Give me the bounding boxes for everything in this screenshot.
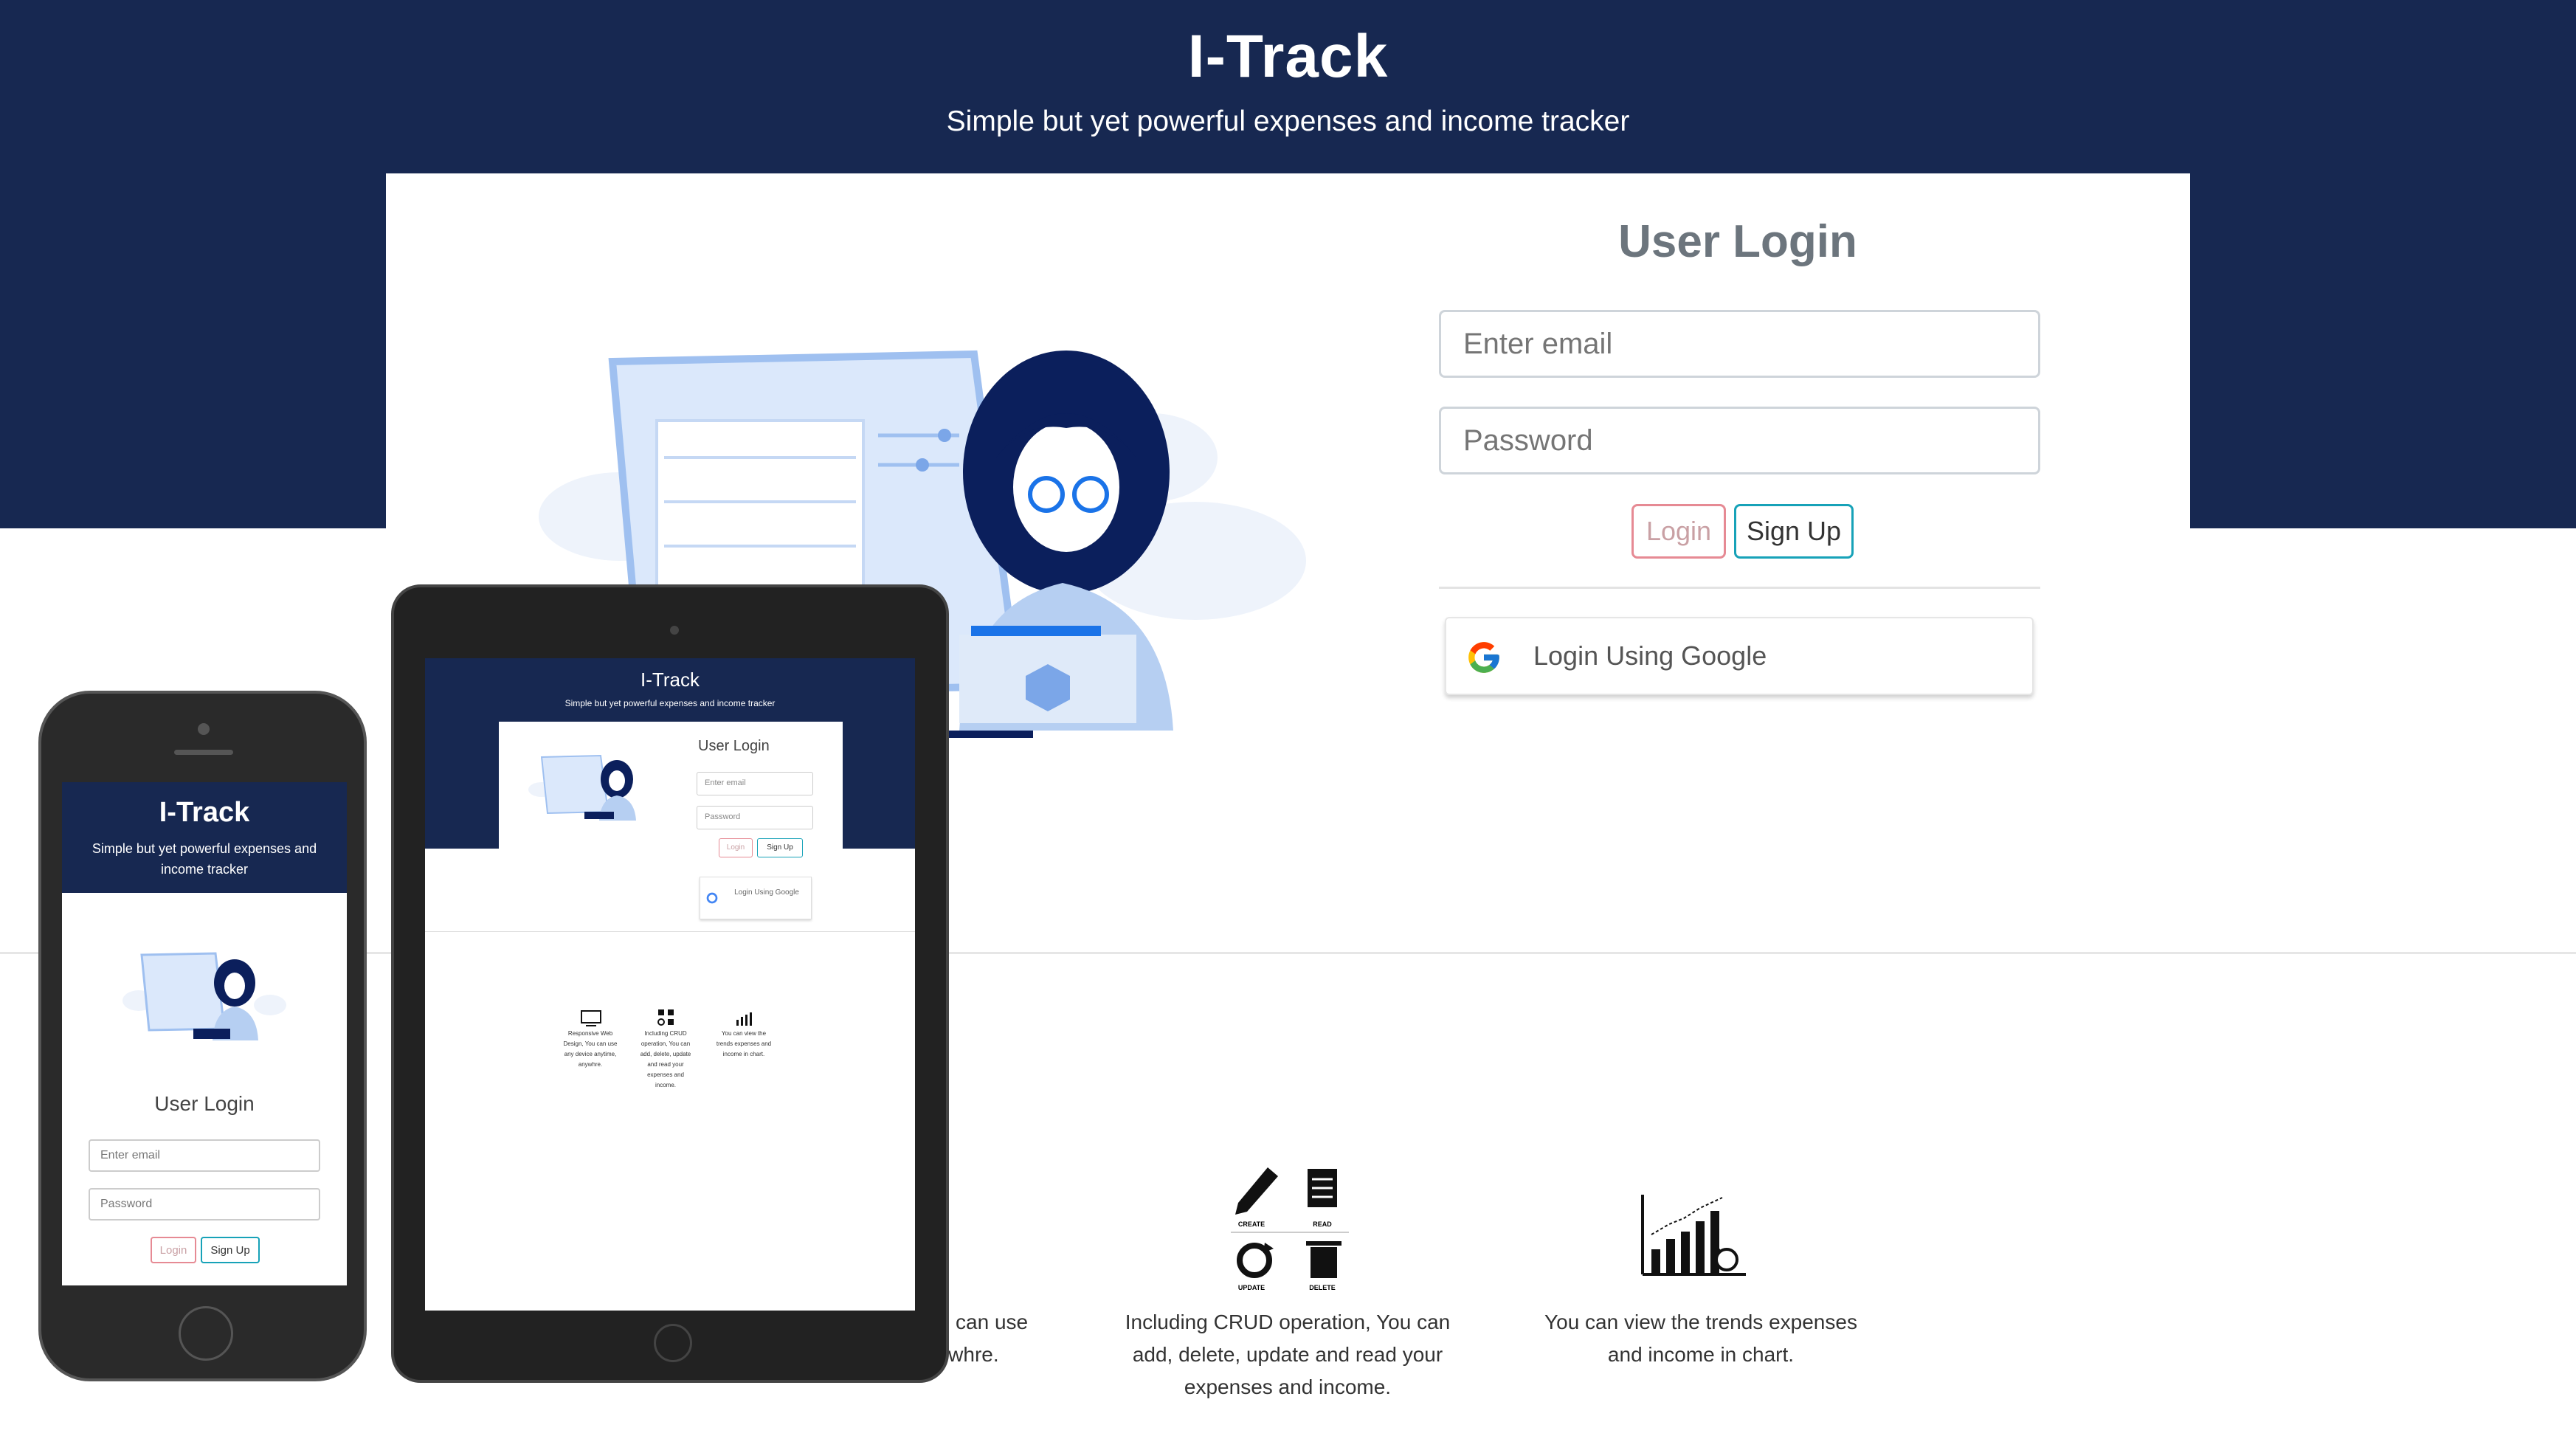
phone-camera	[198, 723, 210, 735]
tablet-password-field: Password	[697, 806, 813, 829]
password-input[interactable]	[1439, 407, 2040, 474]
chart-icon	[1641, 1195, 1746, 1276]
phone-email-field: Enter email	[89, 1139, 320, 1172]
crud-delete-label: DELETE	[1309, 1284, 1336, 1291]
phone-hero-illustration	[122, 952, 286, 1040]
crud-icon: CREATE READ UPDATE DELETE	[1231, 1167, 1349, 1291]
tablet-crud-icon	[657, 1009, 674, 1026]
app-subtitle: Simple but yet powerful expenses and inc…	[946, 106, 1630, 137]
form-divider	[1439, 587, 2040, 589]
phone-home-button	[179, 1306, 233, 1361]
google-icon	[1468, 642, 1499, 673]
phone-login-title: User Login	[154, 1092, 255, 1115]
tablet-camera	[670, 626, 679, 635]
phone-app-subtitle: Simple but yet powerful expenses and inc…	[91, 841, 317, 877]
tablet-home-button	[654, 1324, 692, 1362]
phone-speaker	[174, 750, 233, 755]
feature-chart-text: You can view the trends expenses and inc…	[1544, 1311, 1857, 1366]
tablet-google-button: Login Using Google	[700, 877, 812, 919]
login-button[interactable]: Login	[1631, 504, 1726, 559]
tablet-mockup: I-Track Simple but yet powerful expenses…	[391, 584, 949, 1383]
crud-create-label: CREATE	[1238, 1221, 1265, 1228]
login-title: User Login	[1618, 216, 1857, 267]
phone-password-field: Password	[89, 1188, 320, 1221]
phone-mockup: I-Track Simple but yet powerful expenses…	[38, 691, 367, 1381]
phone-login-button: Login	[151, 1237, 196, 1263]
crud-update-label: UPDATE	[1238, 1284, 1265, 1291]
google-login-label: Login Using Google	[1533, 641, 1767, 671]
email-input[interactable]	[1439, 310, 2040, 378]
tablet-devices-icon	[581, 1010, 601, 1026]
tablet-divider	[425, 931, 915, 932]
tablet-login-button: Login	[719, 838, 753, 857]
feature-crud-text: Including CRUD operation, You can add, d…	[1125, 1311, 1451, 1398]
tablet-hero-illustration	[528, 754, 636, 821]
section-divider	[0, 952, 2576, 954]
crud-read-label: READ	[1313, 1221, 1332, 1228]
tablet-google-label: Login Using Google	[734, 888, 799, 897]
signup-button[interactable]: Sign Up	[1734, 504, 1854, 559]
phone-signup-button: Sign Up	[201, 1237, 260, 1263]
app-title: I-Track	[1187, 23, 1389, 90]
tablet-email-field: Enter email	[697, 772, 813, 795]
tablet-feature-1: Responsive Web Design, You can use any d…	[563, 1030, 618, 1068]
tablet-login-title: User Login	[698, 738, 770, 754]
tablet-feature-2: Including CRUD operation, You can add, d…	[640, 1030, 691, 1088]
tablet-google-icon	[706, 892, 718, 904]
google-login-button[interactable]: Login Using Google	[1445, 617, 2034, 695]
tablet-feature-3: You can view the trends expenses and inc…	[716, 1030, 772, 1057]
tablet-chart-icon	[736, 1012, 752, 1026]
phone-screen: I-Track Simple but yet powerful expenses…	[62, 782, 347, 1285]
tablet-signup-button: Sign Up	[757, 838, 803, 857]
phone-app-title: I-Track	[159, 797, 250, 828]
tablet-screen: I-Track Simple but yet powerful expenses…	[425, 658, 915, 1311]
tablet-app-subtitle: Simple but yet powerful expenses and inc…	[564, 698, 776, 708]
tablet-app-title: I-Track	[640, 669, 700, 691]
